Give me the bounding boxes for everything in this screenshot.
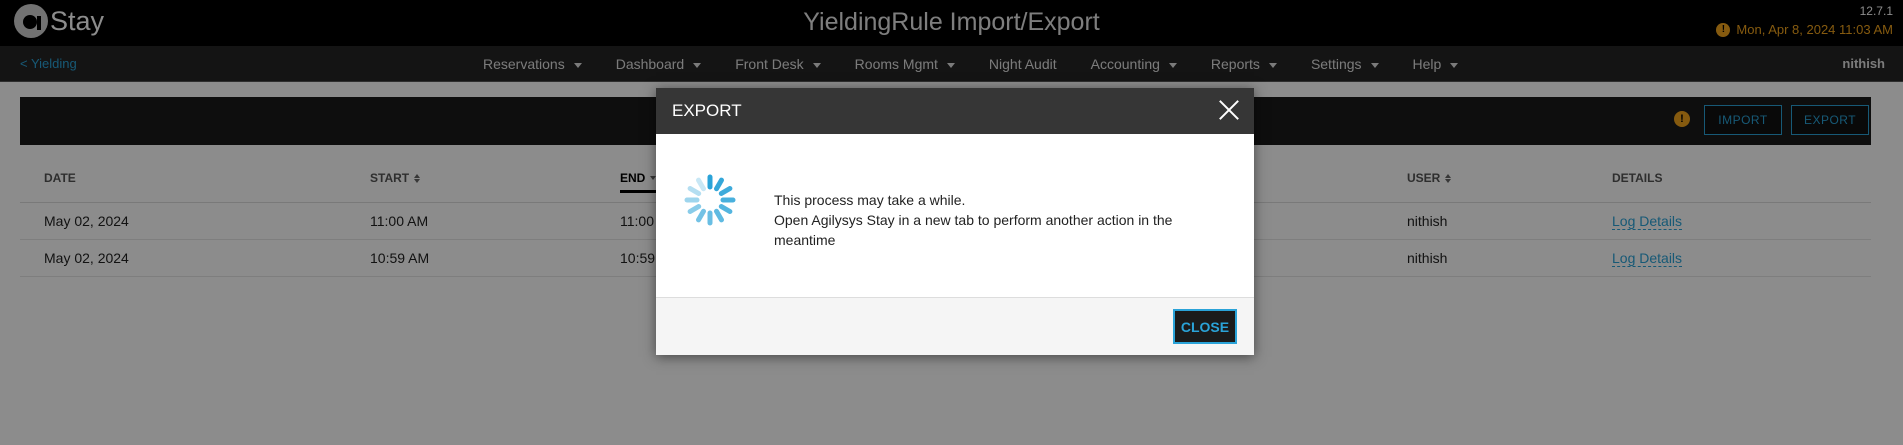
dialog-header: EXPORT <box>656 88 1254 134</box>
message-line-2: Open Agilysys Stay in a new tab to perfo… <box>774 212 1173 248</box>
message-line-1: This process may take a while. <box>774 192 966 208</box>
loading-spinner-icon <box>684 174 736 226</box>
dialog-title: EXPORT <box>672 101 742 120</box>
dialog-footer: CLOSE <box>656 298 1254 355</box>
close-icon[interactable] <box>1218 99 1240 121</box>
dialog-body: This process may take a while. Open Agil… <box>656 134 1254 298</box>
export-dialog: EXPORT This process may take a while. Op <box>656 88 1254 355</box>
dialog-message: This process may take a while. Open Agil… <box>774 190 1194 250</box>
close-button[interactable]: CLOSE <box>1173 309 1237 344</box>
